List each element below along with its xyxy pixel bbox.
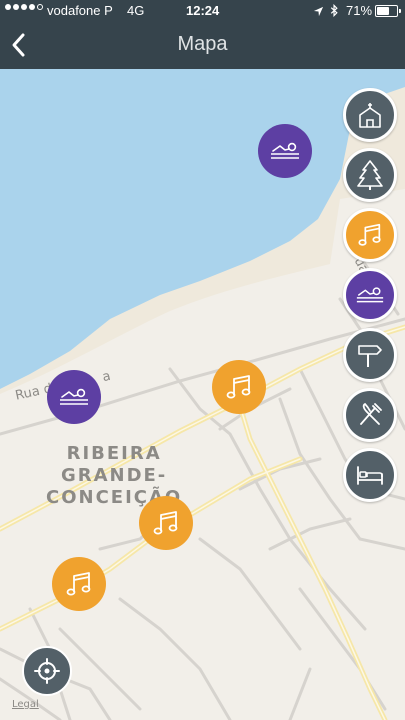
location-arrow-icon [313, 5, 324, 20]
signpost-icon [358, 345, 382, 367]
clock: 12:24 [186, 3, 220, 18]
signal-strength-icon [5, 4, 43, 10]
swimmer-icon [271, 142, 299, 159]
carrier-name: vodafone P [47, 3, 113, 18]
swimmer-icon [356, 287, 384, 303]
filter-nature-button[interactable] [343, 148, 397, 202]
locate-me-button[interactable] [22, 646, 72, 696]
map-pin-swimmer[interactable] [258, 124, 312, 178]
map-view[interactable]: RIBEIRA GRANDE- CONCEIÇÃO Rua da ua da L… [0, 69, 405, 720]
crosshair-icon [34, 658, 60, 684]
map-pin-swimmer[interactable] [47, 370, 101, 424]
music-icon [226, 375, 251, 399]
status-bar: vodafone P 4G 12:24 71% [0, 0, 405, 22]
battery-icon [375, 5, 401, 17]
swimmer-icon [60, 388, 88, 405]
filter-beach-button[interactable] [343, 268, 397, 322]
church-icon [359, 103, 381, 128]
map-pin-music[interactable] [212, 360, 266, 414]
fork-knife-icon [360, 402, 382, 425]
map-pin-music[interactable] [52, 557, 106, 611]
filter-food-button[interactable] [343, 388, 397, 442]
filter-trail-button[interactable] [343, 328, 397, 382]
music-icon [153, 511, 178, 535]
navigation-bar: Mapa [0, 22, 405, 69]
page-title: Mapa [177, 33, 228, 55]
battery-percentage: 71% [346, 3, 373, 18]
bed-icon [357, 466, 383, 485]
filter-church-button[interactable] [343, 88, 397, 142]
music-icon [66, 572, 91, 596]
filter-lodging-button[interactable] [343, 448, 397, 502]
network-type: 4G [127, 3, 145, 18]
tree-icon [357, 160, 383, 190]
map-pin-music[interactable] [139, 496, 193, 550]
bluetooth-icon [330, 3, 339, 20]
legal-link[interactable]: Legal [12, 699, 39, 710]
music-icon [358, 223, 381, 246]
filter-music-button[interactable] [343, 208, 397, 262]
